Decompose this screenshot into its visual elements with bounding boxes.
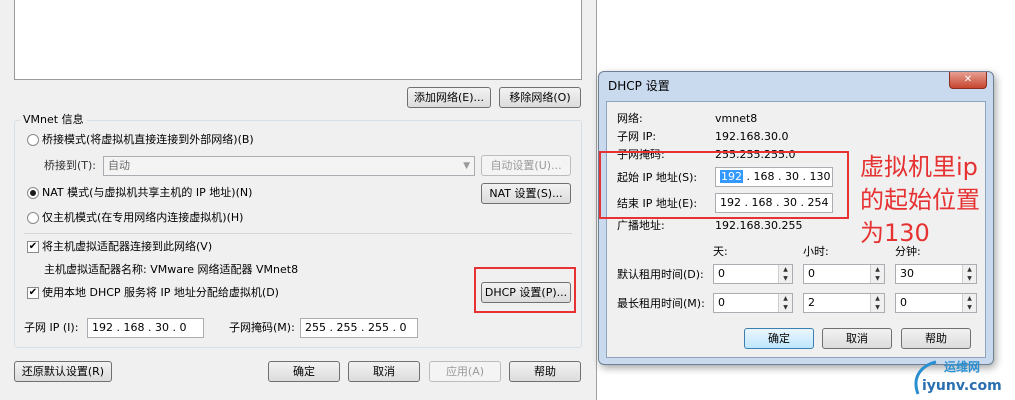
default-lease-days[interactable]: 0 ▲ ▼ <box>713 264 793 284</box>
annotation-line-1: 虚拟机里ip <box>860 153 978 181</box>
host-only-label[interactable]: 仅主机模式(在专用网络内连接虚拟机)(H) <box>42 211 243 225</box>
max-lease-hours[interactable]: 2 ▲ ▼ <box>803 293 885 313</box>
network-list[interactable] <box>14 0 582 80</box>
dhcp-help-button[interactable]: 帮助 <box>901 328 971 349</box>
close-button[interactable]: ✕ <box>949 72 987 89</box>
restore-defaults-button[interactable]: 还原默认设置(R) <box>14 361 112 382</box>
annotation-line-3: 为130 <box>860 219 930 247</box>
spin-up-icon[interactable]: ▲ <box>962 294 976 303</box>
ok-button[interactable]: 确定 <box>268 361 340 382</box>
cancel-button[interactable]: 取消 <box>348 361 420 382</box>
spin-down-icon[interactable]: ▼ <box>962 303 976 312</box>
spin-down-icon[interactable]: ▼ <box>778 274 792 283</box>
dhcp-ok-button[interactable]: 确定 <box>744 328 814 349</box>
host-adapter-name: 主机虚拟适配器名称: VMware 网络适配器 VMnet8 <box>44 263 299 276</box>
col-hours-label: 小时: <box>803 245 829 258</box>
dhcp-settings-highlight <box>474 267 576 313</box>
spin-down-icon[interactable]: ▼ <box>870 303 884 312</box>
broadcast-value: 192.168.30.255 <box>715 219 803 232</box>
nat-mode-radio[interactable] <box>27 187 39 199</box>
connect-host-adapter-checkbox[interactable]: ✔ <box>27 241 39 253</box>
spin-down-icon[interactable]: ▼ <box>778 303 792 312</box>
dhcp-network-value: vmnet8 <box>715 112 758 125</box>
spin-down-icon[interactable]: ▼ <box>870 274 884 283</box>
dhcp-cancel-button[interactable]: 取消 <box>822 328 892 349</box>
max-lease-label: 最长租用时间(M): <box>617 297 705 310</box>
default-lease-hours[interactable]: 0 ▲ ▼ <box>803 264 885 284</box>
close-icon: ✕ <box>963 74 973 85</box>
subnet-mask-label: 子网掩码(M): <box>229 321 295 334</box>
ip-range-highlight <box>599 151 849 219</box>
max-lease-minutes[interactable]: 0 ▲ ▼ <box>895 293 977 313</box>
default-lease-label: 默认租用时间(D): <box>617 268 704 281</box>
dhcp-network-label: 网络: <box>617 112 643 125</box>
dhcp-subnet-ip-label: 子网 IP: <box>617 130 657 143</box>
dhcp-dialog-title: DHCP 设置 <box>608 79 670 93</box>
subnet-ip-label: 子网 IP (I): <box>24 321 79 334</box>
subnet-mask-field[interactable]: 255 . 255 . 255 . 0 <box>300 318 418 338</box>
main-dialog: 添加网络(E)... 移除网络(O) VMnet 信息 桥接模式(将虚拟机直接连… <box>0 0 597 400</box>
spin-up-icon[interactable]: ▲ <box>962 265 976 274</box>
max-lease-days[interactable]: 0 ▲ ▼ <box>713 293 793 313</box>
watermark-line-1: 运维网 <box>944 360 981 374</box>
spin-up-icon[interactable]: ▲ <box>778 294 792 303</box>
watermark-logo: 运维网 iyunv.com <box>910 358 1010 398</box>
bridge-to-select[interactable]: 自动 ▼ <box>103 156 475 176</box>
annotation-text: 虚拟机里ip 的起始位置 为130 <box>860 151 1010 250</box>
spin-up-icon[interactable]: ▲ <box>870 294 884 303</box>
annotation-line-2: 的起始位置 <box>860 186 980 214</box>
broadcast-label: 广播地址: <box>617 219 665 232</box>
use-dhcp-checkbox[interactable]: ✔ <box>27 287 39 299</box>
bridge-to-value: 自动 <box>108 159 130 172</box>
bridge-to-label: 桥接到(T): <box>44 159 97 172</box>
host-only-radio[interactable] <box>27 212 39 224</box>
bridge-mode-label[interactable]: 桥接模式(将虚拟机直接连接到外部网络)(B) <box>42 133 254 147</box>
spin-up-icon[interactable]: ▲ <box>870 265 884 274</box>
remove-network-button[interactable]: 移除网络(O) <box>499 87 581 108</box>
add-network-button[interactable]: 添加网络(E)... <box>407 87 491 108</box>
apply-button[interactable]: 应用(A) <box>429 361 501 382</box>
watermark-line-2: iyunv.com <box>922 378 1002 394</box>
default-lease-minutes[interactable]: 30 ▲ ▼ <box>895 264 977 284</box>
col-days-label: 天: <box>713 245 728 258</box>
nat-settings-button[interactable]: NAT 设置(S)... <box>481 183 571 204</box>
dhcp-subnet-ip-value: 192.168.30.0 <box>715 130 789 143</box>
vmnet-info-title: VMnet 信息 <box>20 113 87 127</box>
nat-mode-label[interactable]: NAT 模式(与虚拟机共享主机的 IP 地址)(N) <box>42 186 252 200</box>
connect-host-adapter-label[interactable]: 将主机虚拟适配器连接到此网络(V) <box>42 240 212 254</box>
bridge-mode-radio[interactable] <box>27 134 39 146</box>
chevron-down-icon: ▼ <box>463 161 470 171</box>
group-divider <box>24 233 572 234</box>
help-button[interactable]: 帮助 <box>509 361 581 382</box>
subnet-ip-field[interactable]: 192 . 168 . 30 . 0 <box>87 318 204 338</box>
spin-down-icon[interactable]: ▼ <box>962 274 976 283</box>
spin-up-icon[interactable]: ▲ <box>778 265 792 274</box>
auto-settings-button[interactable]: 自动设置(U)... <box>481 155 571 176</box>
use-dhcp-label[interactable]: 使用本地 DHCP 服务将 IP 地址分配给虚拟机(D) <box>42 286 279 300</box>
